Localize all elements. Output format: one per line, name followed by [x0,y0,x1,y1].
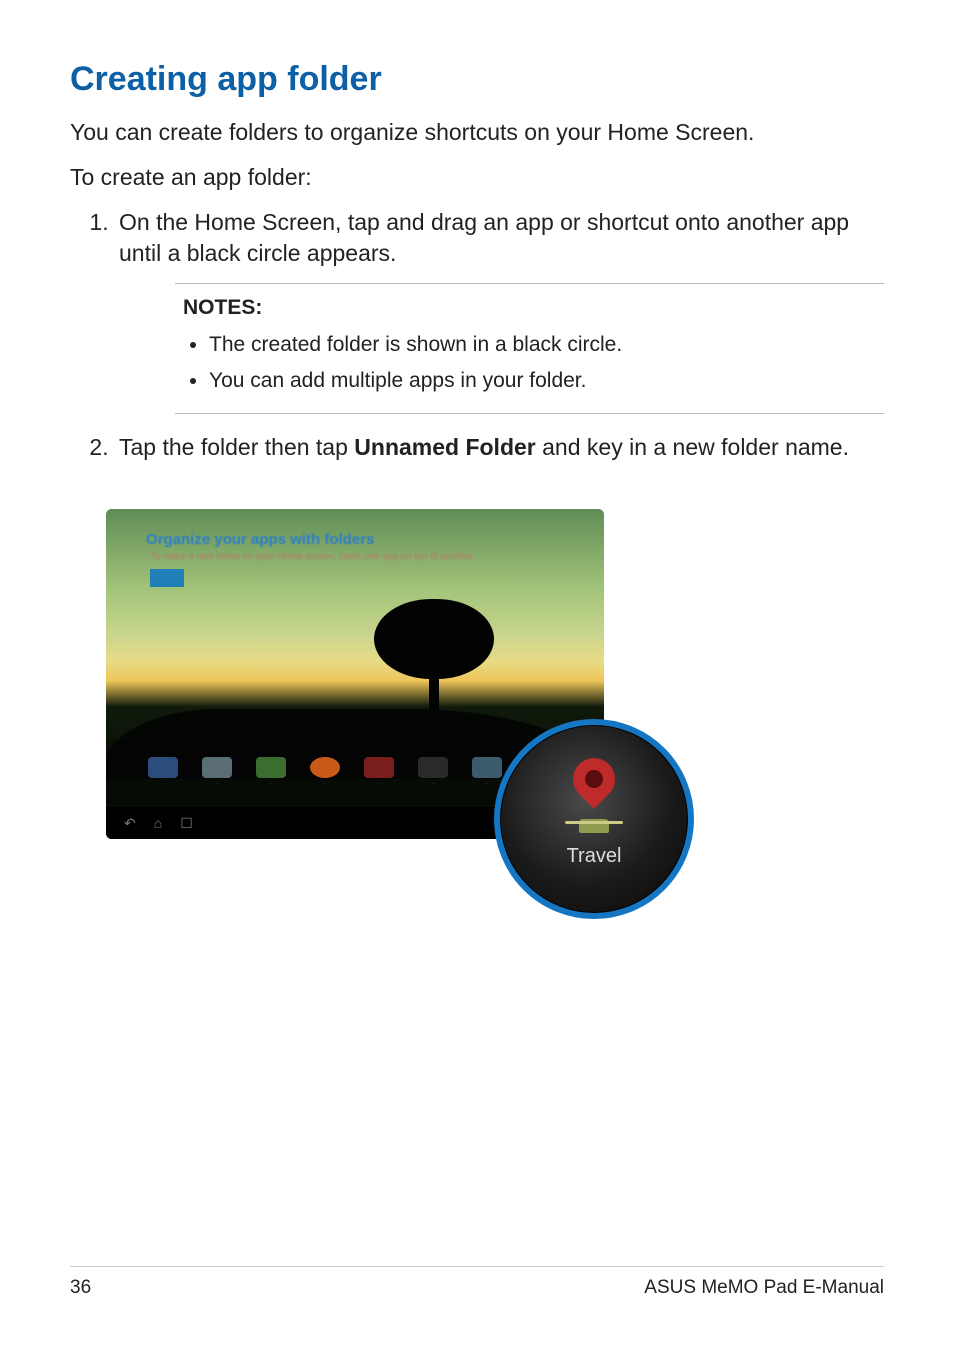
note-item-2: You can add multiple apps in your folder… [209,367,876,395]
tip-subtitle: To make a new folder on your Home screen… [150,551,475,562]
dock-app-6: · [418,757,448,787]
page-footer: 36 ASUS MeMO Pad E-Manual [70,1266,884,1299]
folder-circle: Travel [494,719,694,919]
step-2: Tap the folder then tap Unnamed Folder a… [115,432,884,463]
intro-text-1: You can create folders to organize short… [70,117,884,148]
illustration: Organize your apps with folders To make … [106,509,604,839]
step-2-post: and key in a new folder name. [536,434,849,460]
maps-pin-icon [565,758,623,833]
notes-label: NOTES: [183,294,876,322]
doc-title: ASUS MeMO Pad E-Manual [644,1277,884,1299]
note-item-1: The created folder is shown in a black c… [209,331,876,359]
tip-title: Organize your apps with folders [146,531,374,548]
dock-app-7: · [472,757,502,787]
step-2-bold: Unnamed Folder [354,434,535,460]
dock-app-2: · [202,757,232,787]
folder-label: Travel [567,845,622,868]
dock-app-1: · [148,757,178,787]
ok-button [150,569,184,587]
step-2-pre: Tap the folder then tap [119,434,354,460]
page-heading: Creating app folder [70,60,884,99]
back-icon: ↶ [124,815,136,832]
notes-box: NOTES: The created folder is shown in a … [175,283,884,414]
step-1: On the Home Screen, tap and drag an app … [115,207,884,269]
home-icon: ⌂ [154,815,162,831]
dock-app-5: · [364,757,394,787]
intro-text-2: To create an app folder: [70,162,884,193]
dock-app-3: · [256,757,286,787]
steps-list: On the Home Screen, tap and drag an app … [70,207,884,463]
recent-icon: ☐ [180,815,193,832]
page-number: 36 [70,1277,91,1299]
wallpaper-tree [374,599,494,719]
dock-app-4: · [310,757,340,787]
